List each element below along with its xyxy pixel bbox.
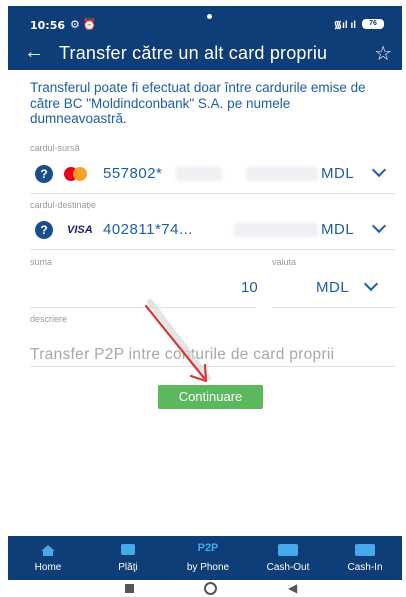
nav-p2p[interactable]: P2P by Phone xyxy=(168,536,248,580)
nav-label: Home xyxy=(34,562,62,573)
divider xyxy=(30,193,396,194)
nav-label: Cash-Out xyxy=(266,562,310,573)
divider xyxy=(30,307,256,308)
status-notification-icons: ⚙ ⏰ xyxy=(70,19,97,31)
battery-icon: 76 xyxy=(362,19,384,29)
app-bar: ← Transfer către un alt card propriu ☆ xyxy=(8,36,402,70)
status-time: 10:56 xyxy=(30,19,66,32)
status-right: ᯾ıl ıl 76 xyxy=(334,17,384,31)
chevron-down-icon[interactable] xyxy=(371,218,387,234)
divider xyxy=(30,366,396,367)
divider xyxy=(272,307,396,308)
chevron-down-icon[interactable] xyxy=(363,276,379,292)
visa-icon: VISA xyxy=(67,224,93,236)
cash-out-icon xyxy=(278,544,298,556)
currency-label: valuta xyxy=(272,257,297,267)
nav-label: by Phone xyxy=(186,562,230,573)
back-arrow-icon[interactable]: ← xyxy=(24,41,44,64)
destination-card-number: 402811*74... xyxy=(103,221,193,238)
favorite-star-icon[interactable]: ☆ xyxy=(374,41,392,66)
divider xyxy=(30,249,396,250)
home-button-icon[interactable] xyxy=(204,582,217,595)
home-icon xyxy=(40,544,56,562)
help-icon[interactable]: ? xyxy=(35,221,53,239)
page-title: Transfer către un alt card propriu xyxy=(59,43,328,63)
p2p-icon: P2P xyxy=(197,542,219,554)
status-bar: 10:56 ⚙ ⏰ ᯾ıl ıl 76 xyxy=(8,6,402,36)
masked-balance xyxy=(246,167,318,181)
amount-label: suma xyxy=(30,257,53,267)
amount-input[interactable]: 10 xyxy=(241,279,258,296)
cash-in-icon xyxy=(355,544,375,556)
info-message: Transferul poate fi efectuat doar între … xyxy=(30,80,366,126)
recent-apps-icon[interactable] xyxy=(125,584,134,593)
destination-card-label: cardul-destinație xyxy=(30,200,97,210)
nav-cash-out[interactable]: Cash-Out xyxy=(248,536,328,580)
nav-label: Cash-In xyxy=(347,562,383,573)
destination-card-currency: MDL xyxy=(321,221,355,238)
source-card-label: cardul-sursă xyxy=(30,143,80,153)
back-triangle-icon[interactable]: ◀ xyxy=(288,581,297,595)
nav-cash-in[interactable]: Cash-In xyxy=(328,536,402,580)
bottom-navigation: Home Plăţi P2P by Phone Cash-Out Cash-In xyxy=(8,536,402,580)
nav-payments[interactable]: Plăţi xyxy=(88,536,168,580)
chevron-down-icon[interactable] xyxy=(371,162,387,178)
wallet-icon xyxy=(121,544,135,555)
continue-button[interactable]: Continuare xyxy=(158,385,263,409)
signal-icon: ᯾ıl ıl xyxy=(333,20,356,31)
phone-screen: 10:56 ⚙ ⏰ ᯾ıl ıl 76 ← Transfer către un … xyxy=(8,6,402,597)
source-card-number: 557802* xyxy=(103,165,163,182)
camera-dot xyxy=(207,14,212,19)
nav-home[interactable]: Home xyxy=(8,536,88,580)
system-navigation: ◀ xyxy=(8,580,402,597)
source-card-currency: MDL xyxy=(321,165,355,182)
currency-select[interactable]: MDL xyxy=(316,279,349,296)
description-label: descriere xyxy=(30,314,68,324)
mastercard-icon xyxy=(64,167,92,181)
description-input[interactable] xyxy=(30,346,396,364)
nav-label: Plăţi xyxy=(118,562,138,573)
help-icon[interactable]: ? xyxy=(35,165,53,183)
masked-balance xyxy=(234,223,318,237)
masked-digits xyxy=(176,167,222,181)
